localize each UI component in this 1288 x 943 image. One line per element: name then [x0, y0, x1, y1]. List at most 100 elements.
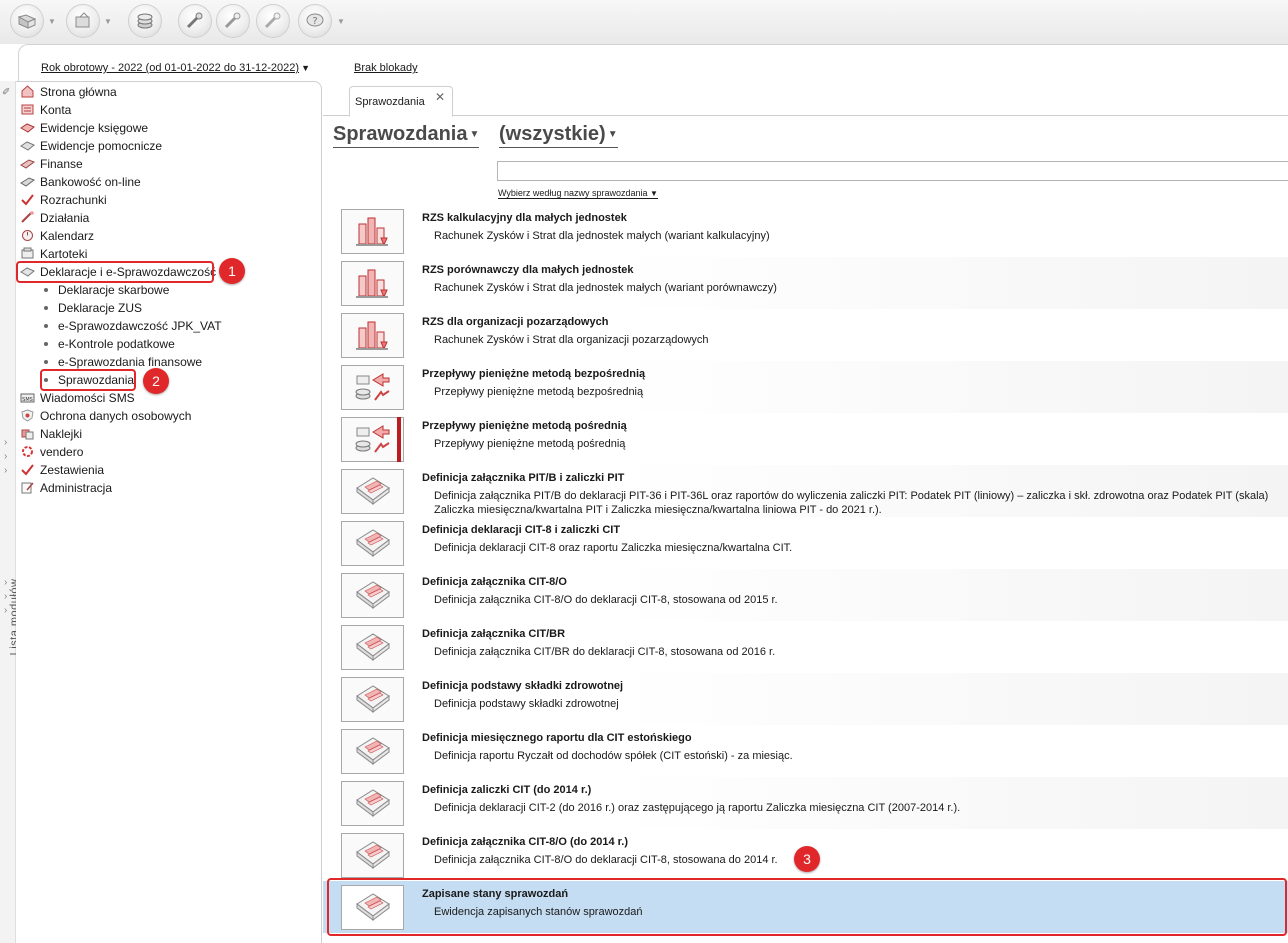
sidebar-item-sms[interactable]: SMS Wiadomości SMS [20, 389, 135, 406]
sidebar-item-vendero[interactable]: vendero [20, 443, 83, 460]
report-title: Definicja załącznika CIT/BR [422, 628, 566, 640]
report-row[interactable]: Przepływy pieniężne metodą pośrednią Prze… [323, 413, 1288, 465]
actions-icon [20, 211, 35, 224]
chevron-down-icon: ▼ [650, 189, 658, 198]
tab-bar: Sprawozdania ✕ [323, 81, 1288, 117]
bullet-icon [44, 341, 48, 346]
chevron-right-icon[interactable]: › [4, 605, 7, 616]
report-title: Definicja zaliczki CIT (do 2014 r.) [422, 784, 592, 796]
tools-gray-icon[interactable] [256, 4, 290, 38]
sidebar-subitem-e-financial-reports[interactable]: e-Sprawozdania finansowe [44, 353, 202, 370]
sidebar-nav: Strona główna Konta Ewidencje księgowe E… [16, 81, 322, 943]
module-list-strip[interactable]: ✐ › › › › › › Lista modułów [0, 81, 20, 943]
highlight-box-3 [327, 878, 1287, 936]
pin-icon[interactable]: ✐ [2, 87, 10, 98]
chevron-right-icon[interactable]: › [4, 451, 7, 462]
report-row[interactable]: Definicja deklaracji CIT-8 i zaliczki CI… [323, 517, 1288, 569]
report-description: Definicja załącznika CIT-8/O do deklarac… [434, 854, 778, 866]
card-index-icon [20, 247, 35, 260]
sidebar-item-calendar[interactable]: Kalendarz [20, 227, 94, 244]
sidebar-subitem-tax-declarations[interactable]: Deklaracje skarbowe [44, 281, 169, 298]
fiscal-year-selector[interactable]: Rok obrotowy - 2022 (od 01-01-2022 do 31… [41, 62, 310, 74]
help-dropdown-arrow[interactable]: ▼ [337, 17, 345, 26]
report-row[interactable]: Definicja zaliczki CIT (do 2014 r.) Defin… [323, 777, 1288, 829]
export-icon[interactable] [66, 4, 100, 38]
aux-ledger-icon [20, 139, 35, 152]
report-row[interactable]: RZS porównawczy dla małych jednostek Rach… [323, 257, 1288, 309]
report-row[interactable]: Przepływy pieniężne metodą bezpośrednią P… [323, 361, 1288, 413]
bank-icon [20, 175, 35, 188]
tools-icon[interactable] [178, 4, 212, 38]
report-row[interactable]: Definicja miesięcznego raportu dla CIT e… [323, 725, 1288, 777]
form-icon [341, 469, 404, 514]
filter-selector[interactable]: (wszystkie) ▼ [499, 123, 618, 148]
report-title: RZS dla organizacji pozarządowych [422, 316, 609, 328]
report-list: RZS kalkulacyjny dla małych jednostek Rac… [323, 205, 1288, 943]
status-marker [397, 417, 401, 462]
chevron-right-icon[interactable]: › [4, 437, 7, 448]
chevron-right-icon[interactable]: › [4, 591, 7, 602]
settlements-icon [20, 193, 35, 206]
report-description: Rachunek Zysków i Strat dla jednostek ma… [434, 282, 777, 294]
sidebar-item-accounts[interactable]: Konta [20, 101, 71, 118]
sidebar-item-aux-ledgers[interactable]: Ewidencje pomocnicze [20, 137, 162, 154]
cash-flow-icon [341, 417, 404, 462]
export-dropdown-arrow[interactable]: ▼ [104, 17, 112, 26]
bullet-icon [44, 359, 48, 364]
sidebar-item-online-banking[interactable]: Bankowość on-line [20, 173, 141, 190]
report-title: Przepływy pieniężne metodą bezpośrednią [422, 368, 646, 380]
report-description: Przepływy pieniężne metodą bezpośrednią [434, 386, 644, 398]
help-icon[interactable]: ? [298, 4, 332, 38]
chevron-right-icon[interactable]: › [4, 577, 7, 588]
sidebar-item-summaries[interactable]: Zestawienia [20, 461, 104, 478]
form-icon [341, 573, 404, 618]
report-row[interactable]: Definicja załącznika PIT/B i zaliczki PI… [323, 465, 1288, 517]
sidebar-item-card-index[interactable]: Kartoteki [20, 245, 87, 262]
sidebar-item-ledgers[interactable]: Ewidencje księgowe [20, 119, 148, 136]
tab-reports[interactable]: Sprawozdania ✕ [349, 86, 453, 117]
report-row[interactable]: RZS dla organizacji pozarządowych Rachune… [323, 309, 1288, 361]
open-icon[interactable] [10, 4, 44, 38]
chevron-right-icon[interactable]: › [4, 465, 7, 476]
highlight-box-2 [40, 369, 136, 391]
report-description: Definicja załącznika CIT/BR do deklaracj… [434, 646, 776, 658]
sidebar-subitem-zus-declarations[interactable]: Deklaracje ZUS [44, 299, 142, 316]
bullet-icon [44, 323, 48, 328]
chevron-down-icon: ▼ [607, 129, 618, 141]
form-icon [341, 729, 404, 774]
stickers-icon [20, 427, 35, 440]
search-input[interactable] [497, 161, 1288, 181]
sms-icon: SMS [20, 391, 35, 404]
report-title: RZS kalkulacyjny dla małych jednostek [422, 212, 627, 224]
form-icon [341, 677, 404, 722]
report-row[interactable]: Definicja załącznika CIT-8/O Definicja za… [323, 569, 1288, 621]
search-mode-selector[interactable]: Wybierz według nazwy sprawozdania ▼ [498, 188, 658, 199]
chevron-down-icon: ▼ [301, 63, 310, 73]
sidebar-item-actions[interactable]: Działania [20, 209, 89, 226]
open-dropdown-arrow[interactable]: ▼ [48, 17, 56, 26]
report-row[interactable]: RZS kalkulacyjny dla małych jednostek Rac… [323, 205, 1288, 257]
report-description: Rachunek Zysków i Strat dla jednostek ma… [434, 230, 770, 242]
coins-icon[interactable] [128, 4, 162, 38]
admin-icon [20, 481, 35, 494]
sidebar-item-stickers[interactable]: Naklejki [20, 425, 82, 442]
home-icon [20, 85, 35, 98]
sidebar-subitem-tax-audits[interactable]: e-Kontrole podatkowe [44, 335, 175, 352]
report-row[interactable]: Definicja załącznika CIT/BR Definicja zał… [323, 621, 1288, 673]
close-icon[interactable]: ✕ [435, 90, 445, 104]
sidebar-item-administration[interactable]: Administracja [20, 479, 112, 496]
sidebar-item-settlements[interactable]: Rozrachunki [20, 191, 107, 208]
report-description: Definicja deklaracji CIT-2 (do 2016 r.) … [434, 802, 961, 814]
sidebar-item-data-protection[interactable]: Ochrona danych osobowych [20, 407, 191, 424]
accounts-icon [20, 103, 35, 116]
main-panel: Sprawozdania ✕ Sprawozdania ▼ (wszystkie)… [323, 81, 1288, 943]
sidebar-item-finance[interactable]: Finanse [20, 155, 83, 172]
report-title: Definicja miesięcznego raportu dla CIT e… [422, 732, 692, 744]
lock-status-link[interactable]: Brak blokady [354, 62, 418, 74]
sidebar-item-home[interactable]: Strona główna [20, 83, 117, 100]
view-selector[interactable]: Sprawozdania ▼ [333, 123, 480, 148]
report-title: Definicja załącznika CIT-8/O (do 2014 r.… [422, 836, 629, 848]
tools-alt-icon[interactable] [216, 4, 250, 38]
sidebar-subitem-jpk-vat[interactable]: e-Sprawozdawczość JPK_VAT [44, 317, 222, 334]
report-row[interactable]: Definicja podstawy składki zdrowotnej Def… [323, 673, 1288, 725]
